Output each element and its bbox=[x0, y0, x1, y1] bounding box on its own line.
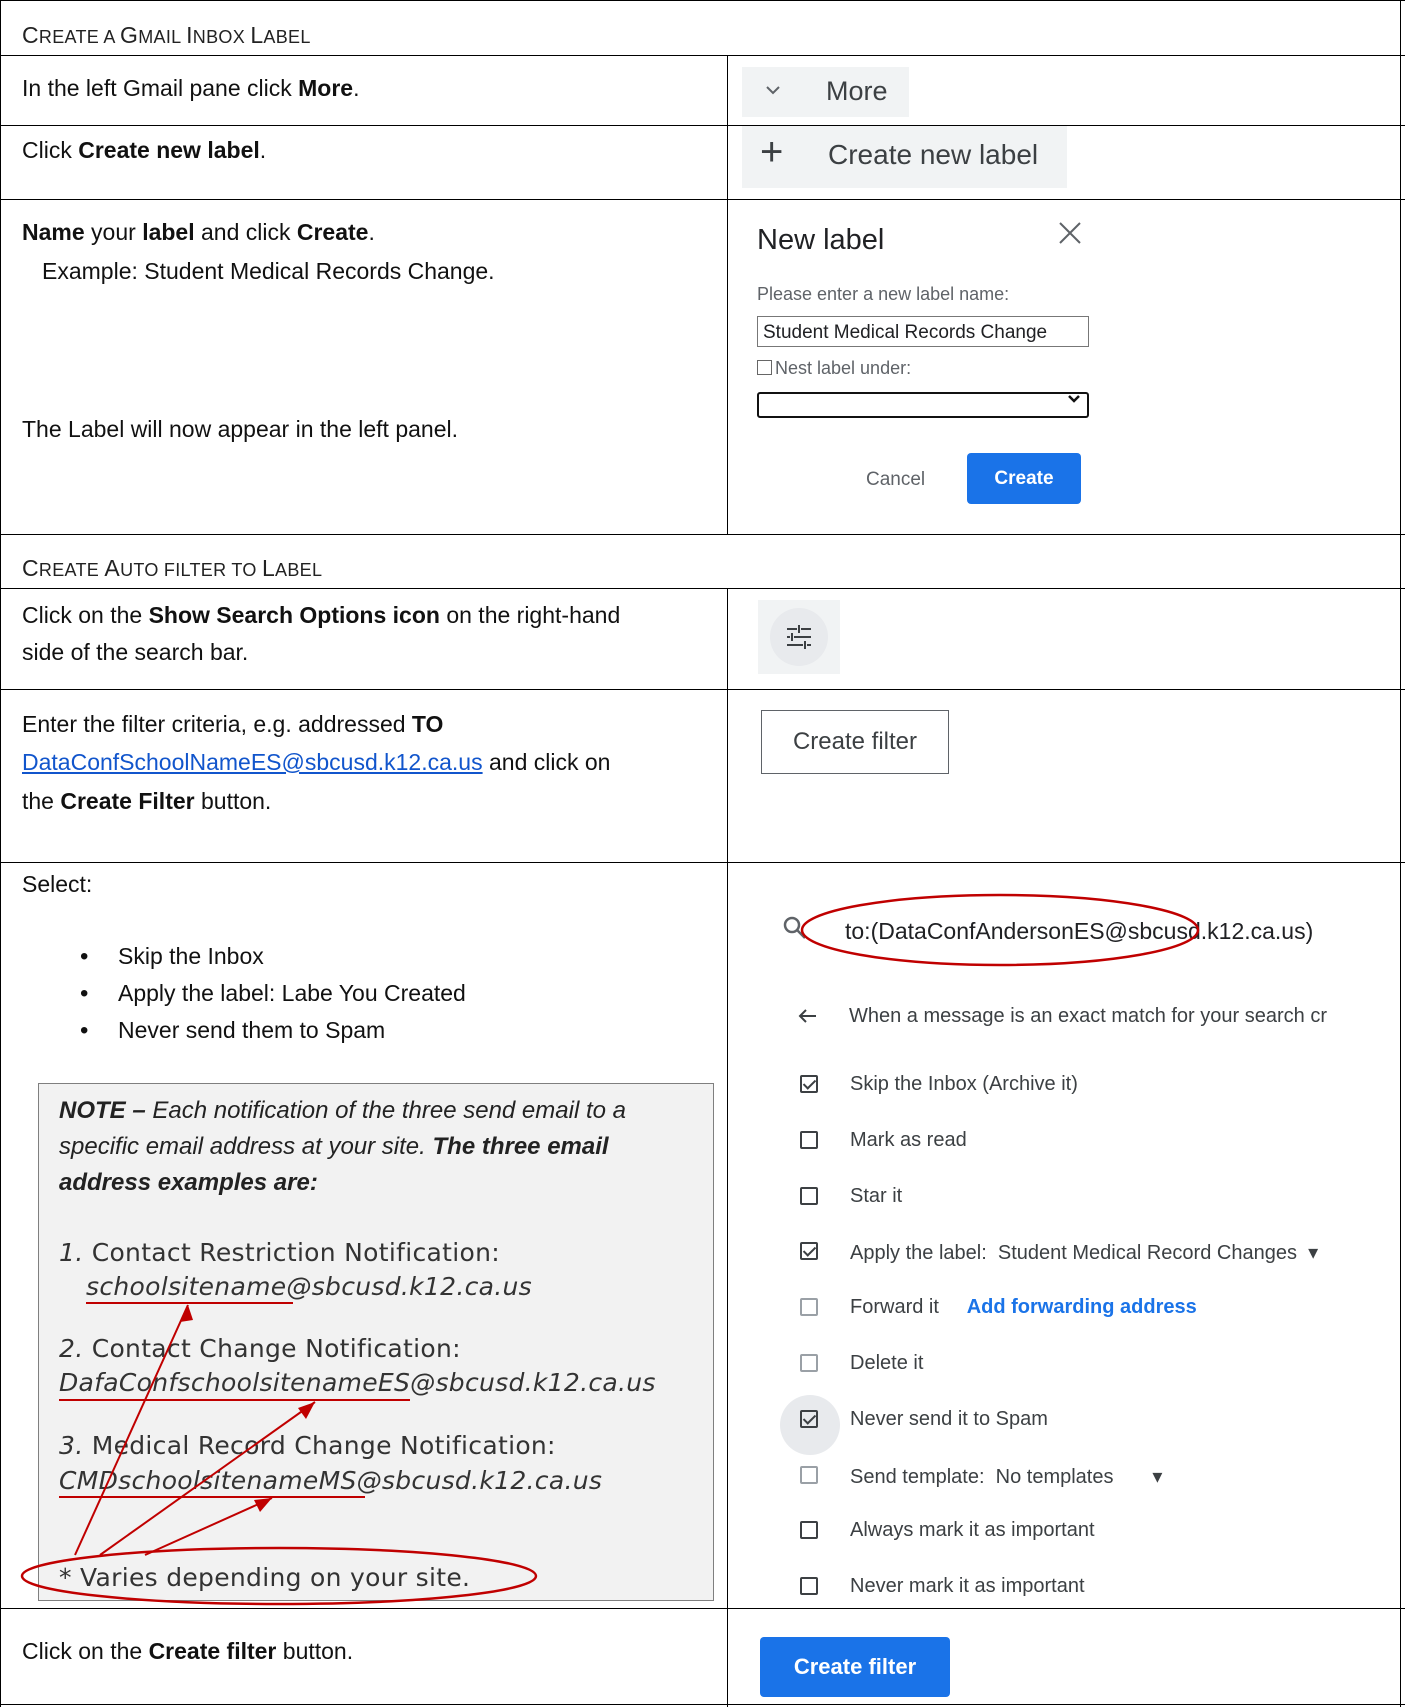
instruction-document: CREATE A GMAIL INBOX LABEL In the left G… bbox=[0, 0, 1405, 1707]
annotation-arrow-1 bbox=[74, 1304, 189, 1556]
annotation-arrow-3 bbox=[144, 1497, 273, 1556]
annotation-arrow-2 bbox=[99, 1401, 316, 1556]
annotation-overlay bbox=[20, 893, 1200, 1606]
varies-highlight-ellipse bbox=[20, 1546, 538, 1606]
search-query-highlight-ellipse bbox=[800, 893, 1200, 967]
